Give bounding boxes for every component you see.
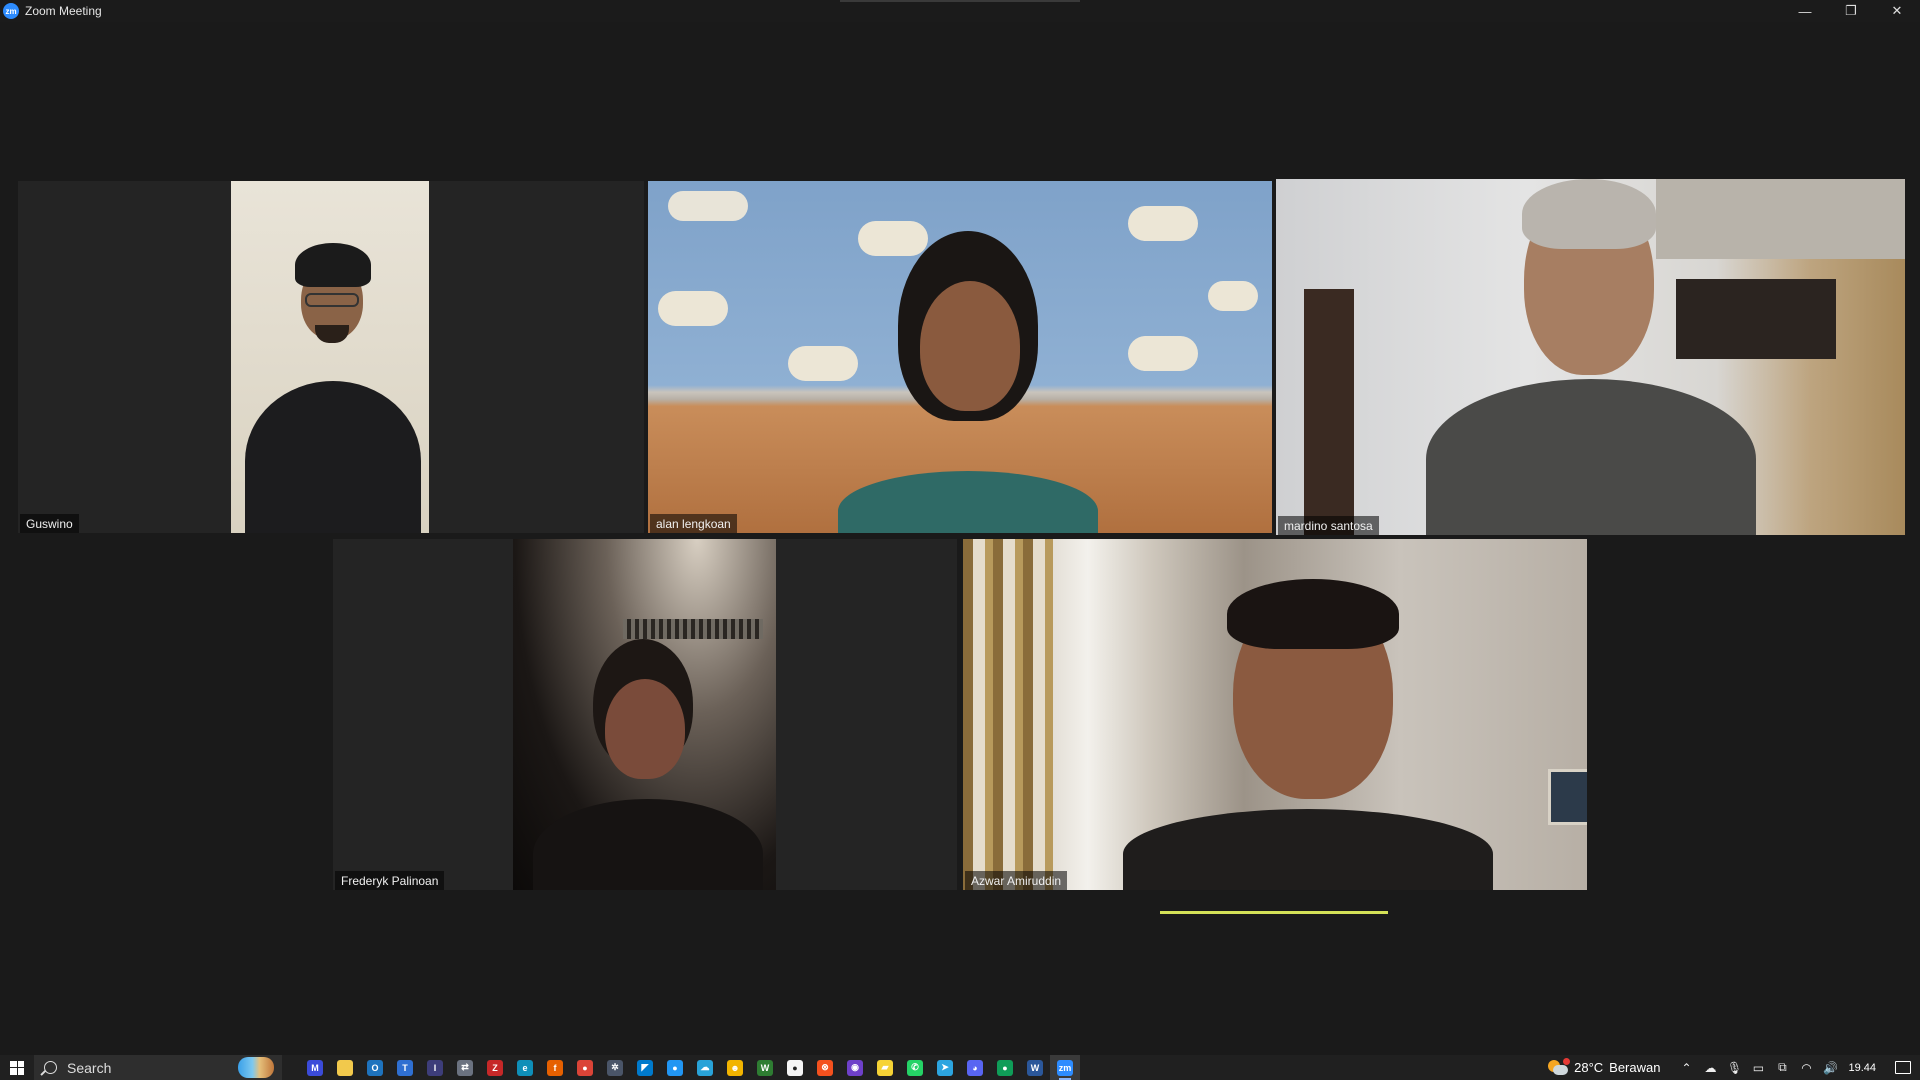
- app-cloud-icon: ☁: [697, 1059, 713, 1076]
- window-title-bar: zm Zoom Meeting — ❐ ✕: [0, 0, 1920, 22]
- taskbar-app-ide[interactable]: I: [420, 1055, 450, 1080]
- taskbar-app-app-yellow[interactable]: ☻: [720, 1055, 750, 1080]
- notification-icon: [1895, 1061, 1911, 1074]
- wifi-icon[interactable]: ◠: [1794, 1055, 1818, 1080]
- github-icon: ◉: [847, 1059, 863, 1076]
- participant-video: [513, 539, 776, 890]
- system-tray: 28°C Berawan ⌃ ☁ 🎙 ▭ ⧉ ◠ 🔊 19.44: [1548, 1055, 1920, 1080]
- participant-tile-azwar-amiruddin[interactable]: Azwar Amiruddin: [963, 539, 1587, 890]
- app-yellow-icon: ☻: [727, 1059, 743, 1076]
- mail-app-icon: M: [307, 1059, 323, 1076]
- taskbar-app-telegram[interactable]: ➤: [930, 1055, 960, 1080]
- drag-handle[interactable]: [840, 0, 1080, 2]
- participant-video: [231, 181, 429, 533]
- start-button[interactable]: [0, 1055, 34, 1080]
- taskbar-app-mail-app[interactable]: M: [300, 1055, 330, 1080]
- whatsapp-icon: ✆: [907, 1059, 923, 1076]
- app-orange-icon: ⊗: [817, 1059, 833, 1076]
- taskbar-app-chrome[interactable]: ●: [570, 1055, 600, 1080]
- taskbar-app-zoom[interactable]: zm: [1050, 1055, 1080, 1080]
- taskbar-app-github[interactable]: ◉: [840, 1055, 870, 1080]
- chrome-icon-2: ●: [997, 1059, 1013, 1076]
- taskbar-app-app-blue[interactable]: ●: [660, 1055, 690, 1080]
- weather-temperature[interactable]: 28°C: [1574, 1060, 1603, 1075]
- participant-video: [1276, 179, 1905, 535]
- weather-condition[interactable]: Berawan: [1609, 1060, 1660, 1075]
- outlook-icon: O: [367, 1059, 383, 1076]
- taskbar-app-vscode[interactable]: ◤: [630, 1055, 660, 1080]
- restore-button[interactable]: ❐: [1828, 0, 1874, 22]
- taskbar-app-discord[interactable]: ◕: [960, 1055, 990, 1080]
- taskbar-app-edge[interactable]: e: [510, 1055, 540, 1080]
- onedrive-icon[interactable]: ☁: [1698, 1055, 1722, 1080]
- app-white-icon: ●: [787, 1059, 803, 1076]
- filezilla-icon: Z: [487, 1059, 503, 1076]
- active-speaker-indicator: [1160, 911, 1388, 914]
- taskbar-apps: M O T I ⇄ Ze f ● ✲ ◤ ● ☁ ☻ W ● ⊗ ◉ ▰ ✆ ➤ ◕ ● Wzm: [300, 1055, 1080, 1080]
- participant-video: [648, 181, 1272, 533]
- word-icon: W: [1027, 1059, 1043, 1076]
- notification-center-button[interactable]: [1886, 1055, 1920, 1080]
- taskbar-app-chrome-alt[interactable]: ✲: [600, 1055, 630, 1080]
- zoom-icon: zm: [1057, 1059, 1073, 1076]
- taskbar-app-file-explorer[interactable]: [330, 1055, 360, 1080]
- zoom-logo-icon: zm: [3, 3, 19, 19]
- meeting-gallery: Guswino alan lengkoan mardino santosa Fr…: [0, 22, 1920, 1055]
- windows-taskbar: Search M O T I ⇄ Ze f ● ✲ ◤ ● ☁ ☻ W ● ⊗ ◉ ▰ ✆ ➤ ◕ ● Wzm 28°C B…: [0, 1055, 1920, 1080]
- edge-icon: e: [517, 1059, 533, 1076]
- taskbar-app-firefox[interactable]: f: [540, 1055, 570, 1080]
- file-explorer-icon: [337, 1059, 353, 1076]
- volume-icon[interactable]: 🔊: [1818, 1055, 1842, 1080]
- chevron-up-icon[interactable]: ⌃: [1674, 1055, 1698, 1080]
- telegram-icon: ➤: [937, 1059, 953, 1076]
- taskbar-app-sticky-notes[interactable]: ▰: [870, 1055, 900, 1080]
- device-icon[interactable]: ⧉: [1770, 1055, 1794, 1080]
- close-button[interactable]: ✕: [1874, 0, 1920, 22]
- taskbar-app-app-cloud[interactable]: ☁: [690, 1055, 720, 1080]
- participant-name-label: alan lengkoan: [650, 514, 737, 533]
- taskbar-app-app-white[interactable]: ●: [780, 1055, 810, 1080]
- discord-icon: ◕: [967, 1059, 983, 1076]
- firefox-icon: f: [547, 1059, 563, 1076]
- search-icon: [44, 1061, 57, 1074]
- taskbar-app-outlook[interactable]: O: [360, 1055, 390, 1080]
- app-blue-icon: ●: [667, 1059, 683, 1076]
- participant-tile-alan-lengkoan[interactable]: alan lengkoan: [648, 181, 1272, 533]
- taskbar-search-box[interactable]: Search: [34, 1055, 282, 1080]
- participant-name-label: Azwar Amiruddin: [965, 871, 1068, 890]
- battery-icon[interactable]: ▭: [1746, 1055, 1770, 1080]
- search-highlight-icon: [238, 1057, 274, 1078]
- chrome-alt-icon: ✲: [607, 1059, 623, 1076]
- participant-name-label: Frederyk Palinoan: [335, 871, 445, 890]
- windows-logo-icon: [10, 1060, 24, 1075]
- participant-tile-mardino-santosa[interactable]: mardino santosa: [1276, 179, 1905, 535]
- chrome-icon: ●: [577, 1059, 593, 1076]
- taskbar-clock[interactable]: 19.44: [1848, 1062, 1876, 1074]
- app-green-icon: W: [757, 1059, 773, 1076]
- taskbar-app-word[interactable]: W: [1020, 1055, 1050, 1080]
- sticky-notes-icon: ▰: [877, 1059, 893, 1076]
- participant-name-label: Guswino: [20, 514, 79, 533]
- microphone-icon[interactable]: 🎙: [1722, 1055, 1746, 1080]
- ide-icon: I: [427, 1059, 443, 1076]
- participant-tile-frederyk-palinoan[interactable]: Frederyk Palinoan: [333, 539, 957, 890]
- trello-icon: T: [397, 1059, 413, 1076]
- taskbar-app-app-orange[interactable]: ⊗: [810, 1055, 840, 1080]
- participant-video: [963, 539, 1587, 890]
- taskbar-app-whatsapp[interactable]: ✆: [900, 1055, 930, 1080]
- taskbar-app-trello[interactable]: T: [390, 1055, 420, 1080]
- remote-icon: ⇄: [457, 1059, 473, 1076]
- weather-icon[interactable]: [1548, 1057, 1571, 1076]
- participant-tile-guswino[interactable]: Guswino: [18, 181, 644, 533]
- window-title: Zoom Meeting: [25, 4, 102, 18]
- taskbar-app-filezilla[interactable]: Z: [480, 1055, 510, 1080]
- taskbar-app-app-green[interactable]: W: [750, 1055, 780, 1080]
- minimize-button[interactable]: —: [1782, 0, 1828, 22]
- vscode-icon: ◤: [637, 1059, 653, 1076]
- taskbar-app-chrome-icon-2[interactable]: ●: [990, 1055, 1020, 1080]
- participant-name-label: mardino santosa: [1278, 516, 1379, 535]
- taskbar-app-remote[interactable]: ⇄: [450, 1055, 480, 1080]
- search-placeholder: Search: [67, 1059, 112, 1076]
